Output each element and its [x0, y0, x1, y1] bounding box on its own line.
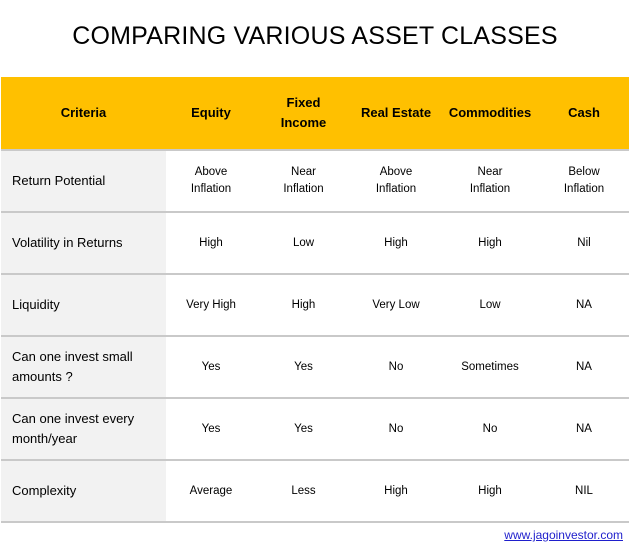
value-cell-commodities: Near Inflation: [441, 150, 539, 213]
value-cell-real-estate: No: [351, 336, 441, 399]
value-cell-commodities: High: [441, 460, 539, 523]
value-cell-cash: Below Inflation: [539, 150, 629, 213]
value-cell-real-estate: No: [351, 398, 441, 461]
value-cell-fixed-income: Low: [256, 212, 351, 275]
criteria-cell: Complexity: [1, 460, 166, 523]
value-cell-equity: Above Inflation: [166, 150, 256, 213]
page-title: COMPARING VARIOUS ASSET CLASSES: [72, 22, 558, 50]
header-equity: Equity: [166, 77, 256, 151]
table-row: Return Potential Above Inflation Near Infl…: [1, 150, 629, 213]
value-cell-fixed-income: Near Inflation: [256, 150, 351, 213]
header-row: Criteria Equity Fixed Income Real Estate…: [1, 77, 629, 151]
value-cell-fixed-income: Yes: [256, 336, 351, 399]
table-row: Can one invest every month/year Yes Yes No N…: [1, 398, 629, 461]
value-cell-fixed-income: High: [256, 274, 351, 337]
value-cell-cash: Nil: [539, 212, 629, 275]
asset-comparison-table: Criteria Equity Fixed Income Real Estate…: [1, 77, 629, 523]
value-cell-cash: NA: [539, 398, 629, 461]
value-cell-real-estate: High: [351, 212, 441, 275]
value-cell-fixed-income: Yes: [256, 398, 351, 461]
value-cell-fixed-income: Less: [256, 460, 351, 523]
criteria-cell: Return Potential: [1, 150, 166, 213]
value-cell-equity: Average: [166, 460, 256, 523]
criteria-cell: Can one invest small amounts ?: [1, 336, 166, 399]
value-cell-cash: NIL: [539, 460, 629, 523]
header-commodities: Commodities: [441, 77, 539, 151]
value-cell-commodities: High: [441, 212, 539, 275]
value-cell-real-estate: Above Inflation: [351, 150, 441, 213]
header-cash: Cash: [539, 77, 629, 151]
value-cell-real-estate: Very Low: [351, 274, 441, 337]
value-cell-commodities: No: [441, 398, 539, 461]
value-cell-real-estate: High: [351, 460, 441, 523]
criteria-cell: Volatility in Returns: [1, 212, 166, 275]
table-row: Complexity Average Less High High NIL: [1, 460, 629, 523]
value-cell-equity: Very High: [166, 274, 256, 337]
value-cell-cash: NA: [539, 336, 629, 399]
value-cell-commodities: Sometimes: [441, 336, 539, 399]
value-cell-commodities: Low: [441, 274, 539, 337]
table-row: Liquidity Very High High Very Low Low NA: [1, 274, 629, 337]
header-criteria: Criteria: [1, 77, 166, 151]
criteria-cell: Liquidity: [1, 274, 166, 337]
header-fixed-income: Fixed Income: [256, 77, 351, 151]
value-cell-cash: NA: [539, 274, 629, 337]
criteria-cell: Can one invest every month/year: [1, 398, 166, 461]
source-link[interactable]: www.jagoinvestor.com: [504, 528, 623, 542]
value-cell-equity: High: [166, 212, 256, 275]
table-row: Volatility in Returns High Low High High Nil: [1, 212, 629, 275]
value-cell-equity: Yes: [166, 336, 256, 399]
value-cell-equity: Yes: [166, 398, 256, 461]
table-row: Can one invest small amounts ? Yes Yes No So…: [1, 336, 629, 399]
header-real-estate: Real Estate: [351, 77, 441, 151]
